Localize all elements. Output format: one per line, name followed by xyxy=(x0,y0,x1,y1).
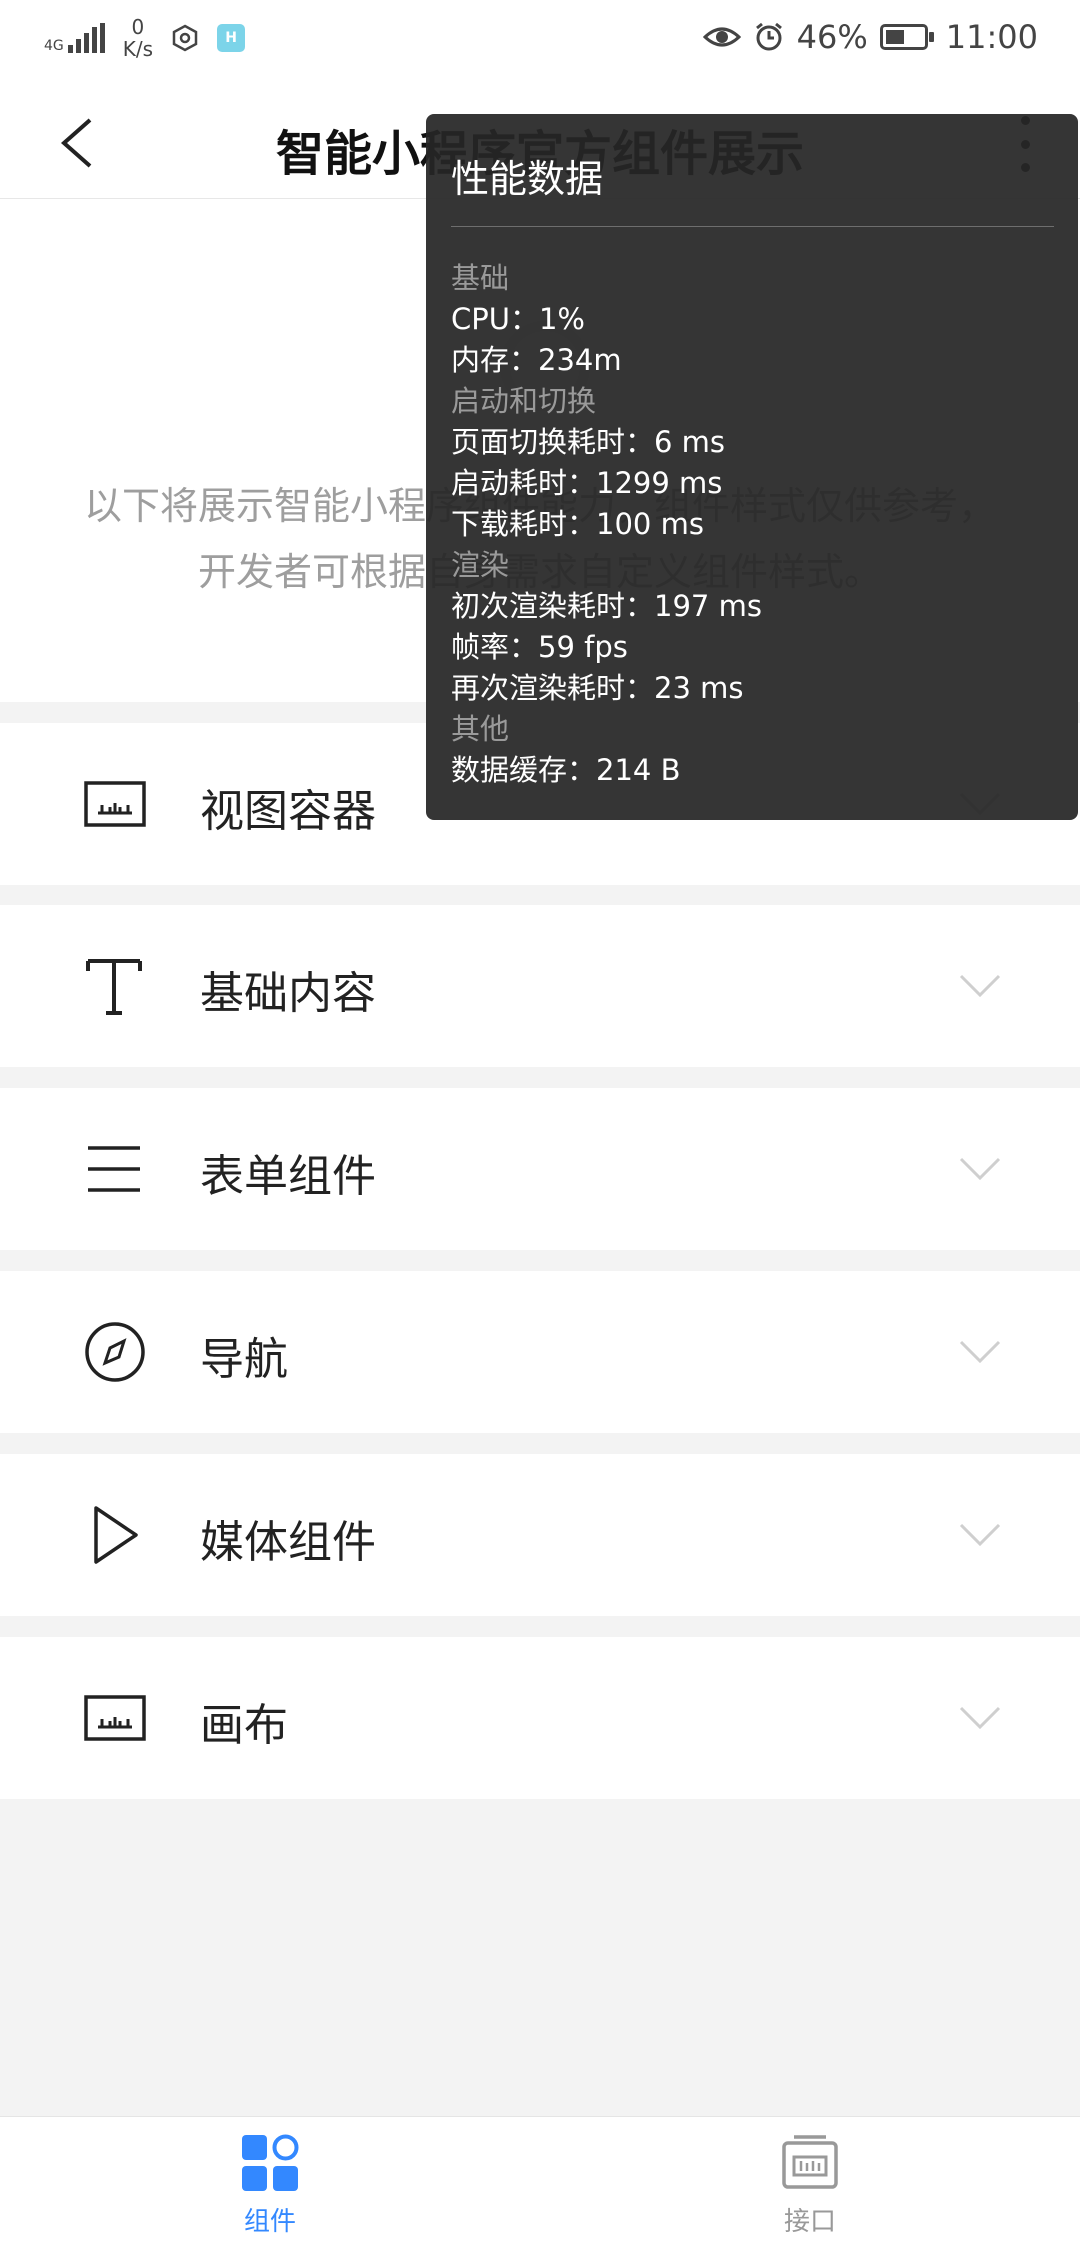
perf-title: 性能数据 xyxy=(451,157,604,201)
perf-page-switch: 页面切换耗时：6 ms xyxy=(451,425,726,459)
perf-download-time: 下载耗时：100 ms xyxy=(451,507,704,541)
section-navigation[interactable]: 导航 xyxy=(0,1271,1080,1433)
api-icon xyxy=(782,2135,838,2189)
section-label: 导航 xyxy=(200,1334,288,1385)
text-t-icon xyxy=(86,959,142,1015)
list-lines-icon xyxy=(88,1146,140,1192)
app-badge-icon: H xyxy=(217,24,246,52)
alarm-icon xyxy=(755,22,782,51)
canvas-icon xyxy=(84,1695,146,1741)
perf-body: 基础 CPU：1% 内存：234m 启动和切换 页面切换耗时：6 ms 启动耗时… xyxy=(451,258,1058,791)
section-label: 基础内容 xyxy=(200,968,376,1019)
compass-icon xyxy=(85,1322,145,1382)
tab-components[interactable]: 组件 xyxy=(170,2117,370,2245)
status-bar: 4G 0 K/s H 46% 11:00 xyxy=(0,0,1080,86)
perf-other-header: 其他 xyxy=(451,712,510,746)
chevron-down-icon xyxy=(959,974,1001,998)
bottom-tab-bar: 组件 接口 xyxy=(0,2116,1080,2245)
eye-icon xyxy=(702,27,741,47)
perf-launch-time: 启动耗时：1299 ms xyxy=(451,466,723,500)
battery-icon xyxy=(879,24,934,50)
network-type: 4G xyxy=(44,38,64,54)
section-media-components[interactable]: 媒体组件 xyxy=(0,1454,1080,1616)
perf-data-cache: 数据缓存：214 B xyxy=(451,753,681,787)
perf-memory: 内存：234m xyxy=(451,343,622,377)
view-container-icon xyxy=(84,781,146,827)
network-speed: 0 K/s xyxy=(122,15,154,61)
section-label: 视图容器 xyxy=(200,786,376,837)
section-label: 媒体组件 xyxy=(200,1517,376,1568)
section-form-components[interactable]: 表单组件 xyxy=(0,1088,1080,1250)
section-label: 表单组件 xyxy=(200,1151,376,1202)
performance-overlay: 性能数据 基础 CPU：1% 内存：234m 启动和切换 页面切换耗时：6 ms… xyxy=(426,114,1078,820)
tab-label: 组件 xyxy=(243,2207,296,2237)
perf-fps: 帧率：59 fps xyxy=(451,630,628,664)
perf-cpu: CPU：1% xyxy=(451,302,585,336)
perf-divider xyxy=(451,226,1054,227)
components-grid-icon xyxy=(242,2134,299,2191)
hexagon-icon xyxy=(172,24,198,52)
play-icon xyxy=(94,1506,138,1564)
perf-rerender: 再次渲染耗时：23 ms xyxy=(451,671,744,705)
chevron-down-icon xyxy=(959,1157,1001,1181)
clock: 11:00 xyxy=(945,18,1038,56)
section-label: 画布 xyxy=(200,1700,288,1751)
section-basic-content[interactable]: 基础内容 xyxy=(0,905,1080,1067)
chevron-down-icon xyxy=(959,1340,1001,1364)
perf-first-render: 初次渲染耗时：197 ms xyxy=(451,589,762,623)
chevron-down-icon xyxy=(959,1706,1001,1730)
tab-label: 接口 xyxy=(783,2207,836,2237)
perf-launch-header: 启动和切换 xyxy=(451,384,597,418)
perf-render-header: 渲染 xyxy=(451,548,510,582)
battery-percent: 46% xyxy=(796,18,868,56)
tab-api[interactable]: 接口 xyxy=(710,2117,910,2245)
signal-indicator: 4G xyxy=(44,23,105,53)
chevron-down-icon xyxy=(959,1523,1001,1547)
signal-bars-icon xyxy=(67,23,105,53)
perf-basic-header: 基础 xyxy=(451,261,510,295)
section-canvas[interactable]: 画布 xyxy=(0,1637,1080,1799)
